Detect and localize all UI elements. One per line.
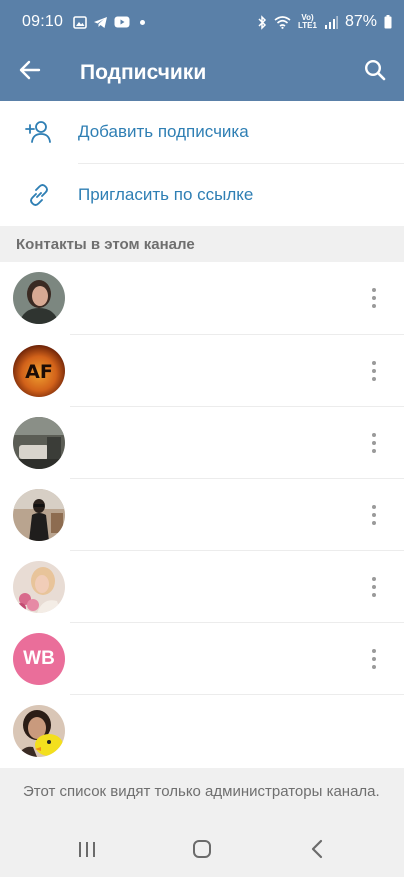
contact-row[interactable] [0, 551, 404, 623]
more-vertical-icon [372, 431, 376, 455]
contact-row[interactable] [0, 695, 404, 767]
battery-icon [384, 15, 392, 29]
home-button[interactable] [172, 832, 232, 872]
contact-more-button[interactable] [344, 407, 404, 479]
contact-row[interactable] [0, 262, 404, 334]
network-label-bottom: LTE1 [298, 21, 317, 30]
svg-text:AF: AF [25, 361, 53, 383]
add-subscriber-label: Добавить подписчика [78, 122, 249, 141]
page-title: Подписчики [80, 60, 207, 84]
system-nav-bar [0, 826, 404, 877]
contact-more-button[interactable] [344, 262, 404, 334]
more-vertical-icon [372, 647, 376, 671]
avatar [13, 272, 65, 324]
system-back-button[interactable] [287, 832, 347, 872]
contact-row[interactable]: WB [0, 623, 404, 695]
avatar-initials: WB [13, 633, 65, 685]
status-right: Vo) LTE1 87% [257, 13, 392, 31]
invite-link-label: Пригласить по ссылке [78, 185, 254, 204]
network-type: Vo) LTE1 [298, 14, 317, 30]
add-subscriber-button[interactable]: Добавить подписчика [0, 101, 404, 163]
notification-icons [73, 15, 146, 29]
recent-apps-button[interactable] [57, 832, 117, 872]
avatar [13, 489, 65, 541]
contact-row[interactable]: AF [0, 335, 404, 407]
status-bar: 09:10 Vo) LTE1 87% [0, 0, 404, 44]
avatar [13, 561, 65, 613]
contact-row[interactable] [0, 479, 404, 551]
more-vertical-icon [372, 503, 376, 527]
more-vertical-icon [372, 575, 376, 599]
app-bar: Подписчики [0, 44, 404, 101]
more-notifications-dot [140, 19, 146, 25]
gallery-icon [73, 15, 87, 29]
avatar [13, 705, 65, 757]
contact-more-button[interactable] [344, 335, 404, 407]
search-button[interactable] [346, 44, 404, 101]
avatar: AF [13, 345, 65, 397]
contact-row[interactable] [0, 407, 404, 479]
arrow-left-icon [19, 60, 41, 85]
section-header: Контакты в этом канале [0, 226, 404, 262]
recent-apps-icon [78, 841, 96, 863]
chevron-left-icon [311, 839, 323, 864]
status-time: 09:10 [22, 13, 64, 30]
avatar [13, 417, 65, 469]
more-vertical-icon [372, 286, 376, 310]
bluetooth-icon [257, 14, 267, 30]
search-icon [364, 59, 386, 86]
wifi-icon [274, 15, 291, 29]
contact-more-button[interactable] [344, 623, 404, 695]
footer-note: Этот список видят только администраторы … [0, 768, 404, 826]
add-user-icon [0, 120, 78, 144]
contact-more-button[interactable] [344, 551, 404, 623]
youtube-icon [114, 16, 130, 28]
telegram-icon [93, 16, 108, 29]
back-button[interactable] [0, 44, 60, 101]
invite-link-button[interactable]: Пригласить по ссылке [0, 164, 404, 226]
battery-percent: 87% [344, 13, 377, 30]
signal-icon [324, 15, 338, 29]
home-icon [192, 839, 212, 864]
more-vertical-icon [372, 359, 376, 383]
link-icon [0, 182, 78, 208]
contact-more-button[interactable] [344, 479, 404, 551]
